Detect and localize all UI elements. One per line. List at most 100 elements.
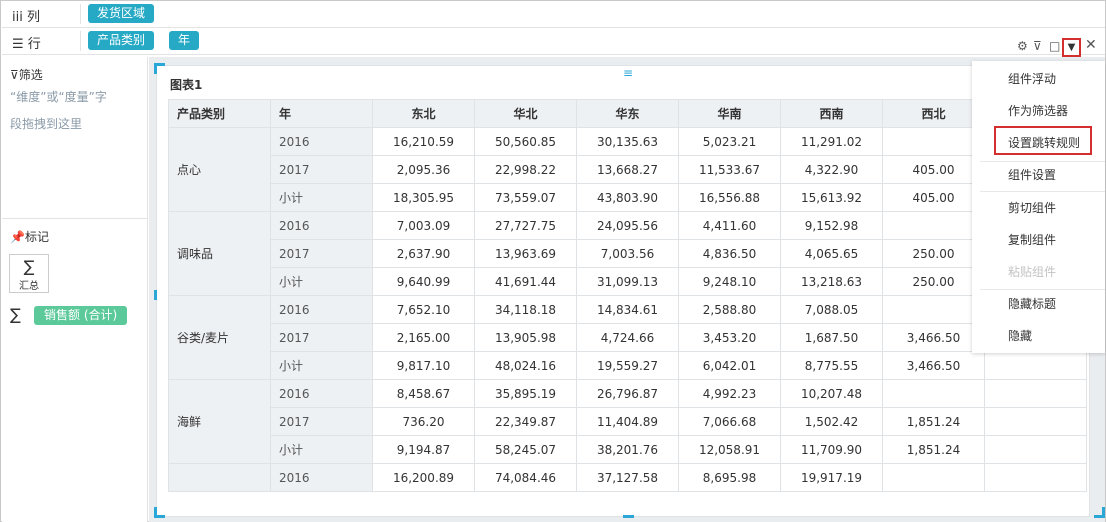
value-cell[interactable]: 74,084.46 bbox=[474, 463, 577, 492]
value-cell[interactable]: 31,099.13 bbox=[576, 267, 679, 296]
resize-handle[interactable] bbox=[154, 290, 157, 300]
header-cell[interactable]: 西北 bbox=[882, 99, 985, 128]
value-cell[interactable]: 4,724.66 bbox=[576, 323, 679, 352]
value-cell[interactable]: 3,466.50 bbox=[882, 323, 985, 352]
value-cell[interactable]: 12,058.91 bbox=[678, 435, 781, 464]
value-cell[interactable]: 22,349.87 bbox=[474, 407, 577, 436]
value-cell[interactable] bbox=[984, 379, 1087, 408]
value-cell[interactable]: 4,065.65 bbox=[780, 239, 883, 268]
value-cell[interactable]: 2,588.80 bbox=[678, 295, 781, 324]
year-cell[interactable]: 2016 bbox=[270, 379, 373, 408]
year-cell[interactable]: 2017 bbox=[270, 239, 373, 268]
value-cell[interactable]: 30,135.63 bbox=[576, 127, 679, 156]
value-cell[interactable] bbox=[882, 295, 985, 324]
value-cell[interactable]: 58,245.07 bbox=[474, 435, 577, 464]
value-cell[interactable]: 9,248.10 bbox=[678, 267, 781, 296]
row-pill-year[interactable]: 年 bbox=[169, 31, 200, 50]
year-cell[interactable]: 2016 bbox=[270, 127, 373, 156]
category-cell[interactable]: 点心 bbox=[168, 127, 271, 212]
value-cell[interactable]: 26,796.87 bbox=[576, 379, 679, 408]
year-cell[interactable]: 小计 bbox=[270, 351, 373, 380]
value-cell[interactable]: 22,998.22 bbox=[474, 155, 577, 184]
filter-dropzone[interactable]: “维度”或“度量”字 段拖拽到这里 bbox=[10, 84, 140, 138]
value-cell[interactable]: 9,152.98 bbox=[780, 211, 883, 240]
value-cell[interactable] bbox=[984, 407, 1087, 436]
value-cell[interactable]: 1,687.50 bbox=[780, 323, 883, 352]
year-cell[interactable]: 2017 bbox=[270, 323, 373, 352]
maximize-icon[interactable]: □ bbox=[1049, 39, 1060, 53]
value-cell[interactable]: 11,533.67 bbox=[678, 155, 781, 184]
value-cell[interactable]: 9,817.10 bbox=[372, 351, 475, 380]
value-cell[interactable]: 1,851.24 bbox=[882, 407, 985, 436]
value-cell[interactable] bbox=[984, 463, 1087, 492]
value-cell[interactable]: 250.00 bbox=[882, 267, 985, 296]
menu-item-cut[interactable]: 剪切组件 bbox=[972, 192, 1105, 224]
value-cell[interactable]: 19,917.19 bbox=[780, 463, 883, 492]
value-cell[interactable]: 4,322.90 bbox=[780, 155, 883, 184]
value-cell[interactable]: 2,637.90 bbox=[372, 239, 475, 268]
value-cell[interactable]: 736.20 bbox=[372, 407, 475, 436]
gear-icon[interactable]: ⚙ bbox=[1017, 39, 1028, 53]
value-cell[interactable]: 1,851.24 bbox=[882, 435, 985, 464]
value-cell[interactable]: 405.00 bbox=[882, 155, 985, 184]
value-cell[interactable] bbox=[882, 379, 985, 408]
year-cell[interactable]: 2017 bbox=[270, 155, 373, 184]
value-cell[interactable] bbox=[984, 435, 1087, 464]
menu-item-as-filter[interactable]: 作为筛选器 bbox=[972, 95, 1105, 127]
value-cell[interactable]: 24,095.56 bbox=[576, 211, 679, 240]
header-cell[interactable]: 华北 bbox=[474, 99, 577, 128]
value-cell[interactable]: 16,210.59 bbox=[372, 127, 475, 156]
rows-shelf[interactable]: ☰ 行 产品类别 年 bbox=[2, 28, 1105, 55]
value-cell[interactable]: 73,559.07 bbox=[474, 183, 577, 212]
year-cell[interactable]: 小计 bbox=[270, 435, 373, 464]
chart-widget[interactable]: 图表1 ≡ 产品类别 年 东北 华北 华东 华南 西南 西北 点心 2016 1… bbox=[156, 65, 1090, 517]
value-cell[interactable]: 2,165.00 bbox=[372, 323, 475, 352]
resize-handle[interactable] bbox=[623, 515, 634, 518]
header-cell[interactable]: 华南 bbox=[678, 99, 781, 128]
column-pill-region[interactable]: 发货区域 bbox=[88, 4, 155, 23]
menu-item-settings[interactable]: 组件设置 bbox=[972, 159, 1105, 191]
value-cell[interactable]: 4,992.23 bbox=[678, 379, 781, 408]
value-cell[interactable]: 3,466.50 bbox=[882, 351, 985, 380]
year-cell[interactable]: 小计 bbox=[270, 267, 373, 296]
value-cell[interactable]: 34,118.18 bbox=[474, 295, 577, 324]
value-cell[interactable]: 13,963.69 bbox=[474, 239, 577, 268]
row-pill-category[interactable]: 产品类别 bbox=[88, 31, 155, 50]
value-cell[interactable]: 2,095.36 bbox=[372, 155, 475, 184]
menu-item-hide[interactable]: 隐藏 bbox=[972, 320, 1105, 352]
columns-shelf[interactable]: iii 列 发货区域 bbox=[2, 1, 1105, 28]
value-cell[interactable]: 50,560.85 bbox=[474, 127, 577, 156]
value-cell[interactable]: 3,453.20 bbox=[678, 323, 781, 352]
value-cell[interactable]: 8,458.67 bbox=[372, 379, 475, 408]
category-cell[interactable]: 谷类/麦片 bbox=[168, 295, 271, 380]
year-cell[interactable]: 2017 bbox=[270, 407, 373, 436]
resize-handle[interactable] bbox=[1094, 507, 1105, 518]
drag-handle-icon[interactable]: ≡ bbox=[623, 66, 633, 80]
value-cell[interactable] bbox=[882, 463, 985, 492]
year-cell[interactable]: 2016 bbox=[270, 295, 373, 324]
menu-item-hide-title[interactable]: 隐藏标题 bbox=[972, 288, 1105, 320]
value-cell[interactable]: 38,201.76 bbox=[576, 435, 679, 464]
value-cell[interactable]: 9,640.99 bbox=[372, 267, 475, 296]
value-cell[interactable]: 14,834.61 bbox=[576, 295, 679, 324]
value-cell[interactable]: 4,411.60 bbox=[678, 211, 781, 240]
header-cell[interactable]: 年 bbox=[270, 99, 373, 128]
value-cell[interactable]: 7,088.05 bbox=[780, 295, 883, 324]
header-cell[interactable]: 华东 bbox=[576, 99, 679, 128]
value-cell[interactable]: 405.00 bbox=[882, 183, 985, 212]
category-cell[interactable]: 海鲜 bbox=[168, 379, 271, 464]
header-cell[interactable]: 产品类别 bbox=[168, 99, 271, 128]
value-cell[interactable]: 11,291.02 bbox=[780, 127, 883, 156]
year-cell[interactable]: 2016 bbox=[270, 211, 373, 240]
header-cell[interactable]: 西南 bbox=[780, 99, 883, 128]
value-cell[interactable]: 13,905.98 bbox=[474, 323, 577, 352]
value-cell[interactable] bbox=[984, 351, 1087, 380]
value-cell[interactable]: 19,559.27 bbox=[576, 351, 679, 380]
value-cell[interactable]: 13,218.63 bbox=[780, 267, 883, 296]
category-cell[interactable] bbox=[168, 463, 271, 492]
resize-handle[interactable] bbox=[154, 507, 165, 518]
year-cell[interactable]: 2016 bbox=[270, 463, 373, 492]
value-cell[interactable] bbox=[882, 127, 985, 156]
value-cell[interactable]: 7,652.10 bbox=[372, 295, 475, 324]
value-cell[interactable]: 11,709.90 bbox=[780, 435, 883, 464]
